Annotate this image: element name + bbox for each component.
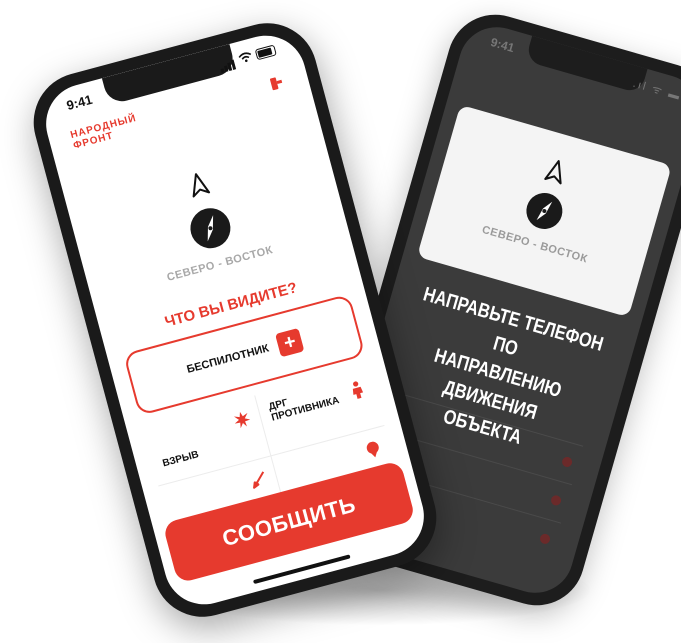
dimmed-icon	[549, 494, 563, 507]
dimmed-icon	[560, 455, 574, 469]
direction-arrow-icon	[192, 173, 211, 198]
back-status-icons: .ıl ᯤ ▬	[631, 77, 681, 104]
compass-icon	[190, 208, 231, 249]
direction-card: СЕВЕРО - ВОСТОК	[416, 104, 672, 318]
option-label: ДРГ ПРОТИВНИКА	[267, 394, 341, 424]
dimmed-icon	[538, 532, 552, 546]
front-phone: 9:41 НАРОДНЫЙ ФРОНТ СЕВЕРО - ВОСТОК ЧТО …	[22, 12, 448, 628]
status-time: 9:41	[64, 91, 94, 113]
back-status-time: 9:41	[489, 34, 517, 56]
front-phone-notch	[101, 44, 237, 106]
compass-icon	[526, 192, 563, 229]
unknown-icon	[366, 441, 379, 458]
menu-icon[interactable]	[266, 73, 286, 93]
signal-icon	[217, 52, 237, 74]
battery-icon	[254, 44, 277, 60]
missile-icon	[253, 471, 265, 489]
plus-icon: +	[275, 327, 305, 358]
app-logo: НАРОДНЫЙ ФРОНТ	[69, 113, 140, 152]
wifi-icon	[238, 52, 252, 63]
option-label: БЕСПИЛОТНИК	[185, 342, 271, 376]
back-phone-notch	[525, 35, 648, 94]
direction-arrow-icon	[544, 160, 562, 185]
soldier-icon	[352, 381, 364, 399]
explosion-icon	[233, 411, 251, 429]
front-phone-screen: 9:41 НАРОДНЫЙ ФРОНТ СЕВЕРО - ВОСТОК ЧТО …	[37, 26, 433, 614]
option-label: ВЗРЫВ	[161, 449, 201, 470]
